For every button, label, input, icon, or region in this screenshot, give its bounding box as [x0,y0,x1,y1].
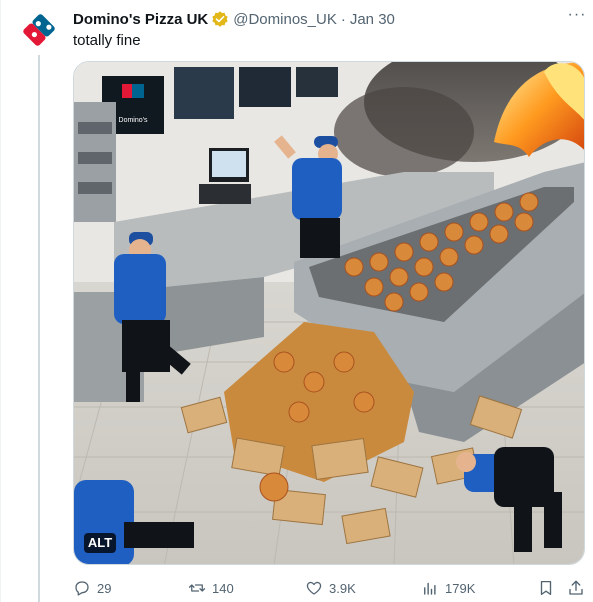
reply-count: 29 [97,580,112,596]
share-icon [569,580,583,595]
post-image[interactable]: Domino's [73,61,585,565]
thread-line [38,55,40,602]
bookmark-icon [540,580,552,596]
views-button[interactable]: 179K [421,577,475,599]
author-avatar[interactable] [18,9,60,51]
timeline-left-border [0,0,1,602]
kitchen-fire-photo: Domino's [74,62,584,564]
repost-button[interactable]: 140 [188,577,234,599]
author-name[interactable]: Domino's Pizza UK [73,11,208,28]
post-text: totally fine [73,32,141,49]
heart-icon [306,581,322,595]
post-header: Domino's Pizza UK @Dominos_UK · Jan 30 [73,9,395,29]
share-button[interactable] [567,577,585,599]
repost-count: 140 [212,580,234,596]
dominos-logo-icon [23,14,55,46]
like-button[interactable]: 3.9K [305,577,356,599]
post-actions: 29 140 3.9K 179K [73,577,585,599]
bookmark-button[interactable] [537,577,555,599]
repost-icon [188,584,206,592]
reply-icon [75,581,89,596]
alt-text-badge[interactable]: ALT [84,533,116,553]
post-date[interactable]: Jan 30 [350,11,395,28]
like-count: 3.9K [329,580,356,596]
view-count: 179K [445,580,476,596]
reply-button[interactable]: 29 [73,577,111,599]
dominos-sign-text: Domino's [119,117,148,124]
more-options-button[interactable]: ··· [566,7,588,30]
verified-badge-icon[interactable] [211,10,229,28]
analytics-icon [424,582,436,595]
header-separator: · [340,10,346,28]
author-handle[interactable]: @Dominos_UK [233,11,337,28]
